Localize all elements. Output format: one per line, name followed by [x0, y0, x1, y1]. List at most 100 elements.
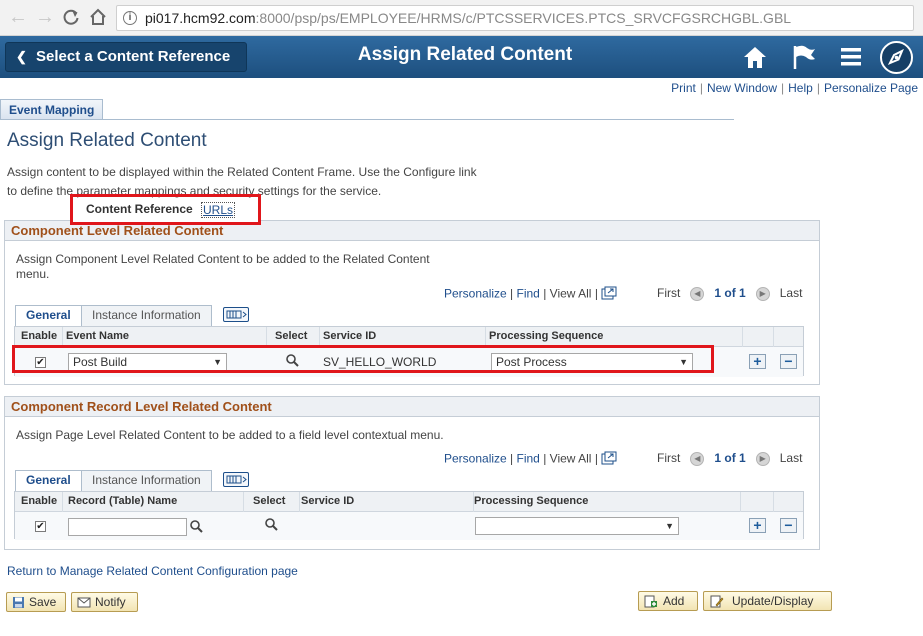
tab-instance-information[interactable]: Instance Information: [81, 305, 212, 326]
download-icon[interactable]: [601, 286, 617, 303]
find-link[interactable]: Find: [517, 287, 540, 301]
separator: |: [510, 451, 514, 466]
view-all-link[interactable]: View All: [550, 452, 592, 466]
section-description: Assign Page Level Related Content to be …: [16, 428, 444, 442]
separator: |: [816, 81, 820, 95]
save-icon: [12, 596, 25, 614]
personalize-link[interactable]: Personalize: [444, 452, 507, 466]
component-record-level-section: Component Record Level Related Content A…: [4, 396, 820, 550]
help-link[interactable]: Help: [788, 81, 813, 95]
prev-row-button[interactable]: ◀: [690, 286, 705, 301]
forward-icon[interactable]: →: [35, 4, 55, 30]
grid-header: Enable Event Name Select Service ID Proc…: [15, 327, 803, 347]
page-title: Assign Related Content: [7, 130, 207, 151]
row-count: 1 of 1: [714, 286, 746, 300]
reload-icon[interactable]: [62, 8, 80, 31]
notify-button[interactable]: Notify: [71, 592, 138, 612]
tab-instance-information[interactable]: Instance Information: [81, 470, 212, 491]
section-title: Component Record Level Related Content: [11, 399, 272, 414]
col-select: Select: [275, 330, 308, 342]
col-select: Select: [253, 495, 286, 507]
lookup-icon[interactable]: [189, 519, 204, 539]
last-label: Last: [779, 286, 803, 300]
return-to-manage-link[interactable]: Return to Manage Related Content Configu…: [7, 564, 298, 578]
col-service-id: Service ID: [323, 330, 377, 342]
processing-sequence-dropdown[interactable]: ▼: [475, 517, 679, 535]
browser-toolbar: ← → i pi017.hcm92.com:8000/psp/ps/EMPLOY…: [0, 0, 923, 36]
url-text: pi017.hcm92.com:8000/psp/ps/EMPLOYEE/HRM…: [145, 10, 791, 26]
page-utility-links: Print | New Window | Help | Personalize Page: [671, 81, 918, 95]
row-highlight-box: [12, 345, 714, 373]
record-grid: Enable Record (Table) Name Select Servic…: [14, 491, 804, 540]
search-icon[interactable]: [264, 517, 279, 537]
update-display-button[interactable]: Update/Display: [703, 591, 832, 611]
grid-navigation: Personalize | Find | View All |: [444, 451, 617, 468]
col-event-name: Event Name: [66, 330, 129, 342]
grid-pager: First ◀ 1 of 1 ▶ Last: [657, 286, 802, 301]
col-enable: Enable: [21, 330, 58, 342]
tab-event-mapping[interactable]: Event Mapping: [0, 99, 104, 120]
print-link[interactable]: Print: [671, 81, 696, 95]
info-icon[interactable]: i: [123, 11, 137, 25]
add-icon: [644, 595, 658, 613]
table-row: ✔ ▼ + −: [15, 512, 803, 540]
separator: |: [594, 451, 598, 466]
menu-icon[interactable]: [836, 42, 868, 72]
grid-pager: First ◀ 1 of 1 ▶ Last: [657, 451, 802, 466]
url-path: :8000/psp/ps/EMPLOYEE/HRMS/c/PTCSSERVICE…: [255, 10, 792, 26]
edit-icon: [710, 595, 724, 613]
prev-row-button[interactable]: ◀: [690, 451, 705, 466]
update-display-label: Update/Display: [732, 594, 814, 608]
add-button[interactable]: Add: [638, 591, 698, 611]
notify-icon: [77, 596, 91, 614]
next-row-button[interactable]: ▶: [755, 451, 770, 466]
back-button-label: Select a Content Reference: [36, 48, 231, 65]
record-name-field[interactable]: [68, 518, 187, 536]
add-row-button[interactable]: +: [749, 354, 766, 369]
navbar-compass-icon[interactable]: [880, 41, 913, 74]
select-content-reference-button[interactable]: ❮ Select a Content Reference: [5, 42, 247, 72]
home-icon[interactable]: [740, 42, 772, 72]
section-header: Component Record Level Related Content: [5, 397, 819, 417]
personalize-page-link[interactable]: Personalize Page: [824, 81, 918, 95]
banner-title: Assign Related Content: [357, 44, 573, 65]
notify-label: Notify: [95, 595, 126, 609]
back-icon[interactable]: ←: [8, 4, 28, 30]
last-label: Last: [779, 451, 803, 465]
col-processing-sequence: Processing Sequence: [489, 330, 604, 342]
save-button[interactable]: Save: [6, 592, 66, 612]
download-icon[interactable]: [601, 451, 617, 468]
find-link[interactable]: Find: [517, 452, 540, 466]
section-title: Component Level Related Content: [11, 223, 224, 238]
grid-header: Enable Record (Table) Name Select Servic…: [15, 492, 803, 512]
add-row-button[interactable]: +: [749, 518, 766, 533]
col-processing-sequence: Processing Sequence: [474, 495, 589, 507]
chevron-left-icon: ❮: [16, 49, 27, 64]
grid-navigation: Personalize | Find | View All |: [444, 286, 617, 303]
tab-general[interactable]: General: [15, 305, 82, 326]
new-window-link[interactable]: New Window: [707, 81, 777, 95]
flag-icon[interactable]: [788, 42, 820, 72]
delete-row-button[interactable]: −: [780, 518, 797, 533]
home-icon[interactable]: [89, 8, 107, 31]
view-all-link[interactable]: View All: [550, 287, 592, 301]
col-service-id: Service ID: [301, 495, 355, 507]
section-description: Assign Component Level Related Content t…: [16, 252, 430, 281]
app-banner: ❮ Select a Content Reference Assign Rela…: [0, 36, 923, 78]
personalize-link[interactable]: Personalize: [444, 287, 507, 301]
col-record-name: Record (Table) Name: [68, 495, 178, 507]
show-all-columns-icon[interactable]: [223, 472, 249, 487]
separator: |: [543, 451, 547, 466]
tab-general[interactable]: General: [15, 470, 82, 491]
chevron-down-icon: ▼: [665, 521, 674, 531]
address-bar[interactable]: i pi017.hcm92.com:8000/psp/ps/EMPLOYEE/H…: [116, 5, 914, 31]
tab-highlight-box: [70, 194, 261, 225]
enable-checkbox[interactable]: ✔: [35, 521, 46, 532]
first-label: First: [657, 286, 681, 300]
url-host: pi017.hcm92.com: [145, 10, 256, 26]
tab-divider: [0, 119, 734, 120]
show-all-columns-icon[interactable]: [223, 307, 249, 322]
delete-row-button[interactable]: −: [780, 354, 797, 369]
next-row-button[interactable]: ▶: [755, 286, 770, 301]
save-label: Save: [29, 595, 57, 609]
